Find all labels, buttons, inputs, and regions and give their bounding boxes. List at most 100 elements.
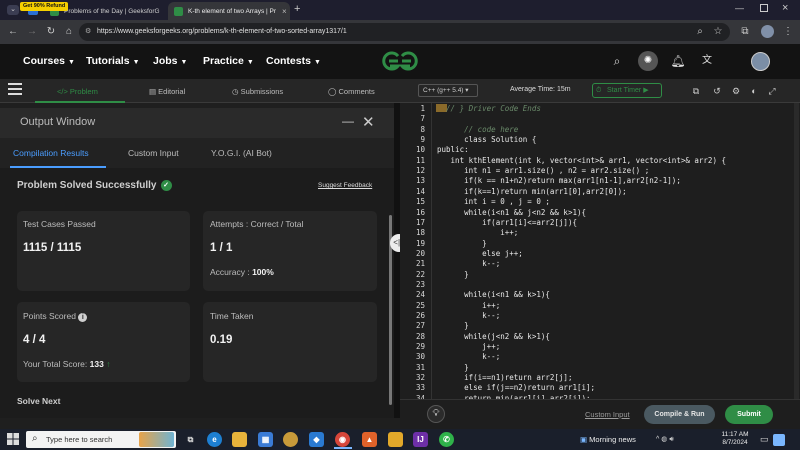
- code-line[interactable]: }: [437, 321, 469, 330]
- submit-button[interactable]: Submit: [725, 405, 773, 424]
- settings-gear-icon[interactable]: ⚙: [730, 85, 742, 97]
- code-line[interactable]: while(j<n2 && k>1){: [437, 332, 550, 341]
- code-line[interactable]: if(i==n1)return arr2[j];: [437, 373, 572, 382]
- clock[interactable]: 11:17 AM 8/7/2024: [718, 431, 752, 447]
- brave-icon[interactable]: ▲: [362, 432, 377, 447]
- tab-yogi-ai-bot[interactable]: Y.O.G.I. (AI Bot): [211, 148, 272, 158]
- search-icon[interactable]: ⌕: [609, 53, 625, 69]
- store-icon[interactable]: ▦: [258, 432, 273, 447]
- edge-icon[interactable]: e: [207, 432, 222, 447]
- copy-icon[interactable]: ⧉: [690, 85, 702, 97]
- close-icon[interactable]: ×: [160, 7, 167, 16]
- file-explorer-icon[interactable]: [232, 432, 247, 447]
- close-window-icon[interactable]: ×: [782, 2, 788, 14]
- code-line[interactable]: // } Driver Code Ends: [437, 104, 541, 113]
- refund-badge[interactable]: Get 90% Refund: [20, 2, 69, 11]
- close-icon[interactable]: ✕: [362, 113, 375, 131]
- tab-list-icon[interactable]: ⌄: [7, 5, 19, 15]
- chrome-icon[interactable]: ◉: [335, 432, 350, 447]
- minimize-icon[interactable]: —: [735, 3, 744, 13]
- app-icon[interactable]: [283, 432, 298, 447]
- notification-icon[interactable]: ▭: [760, 434, 769, 445]
- code-line[interactable]: int kthElement(int k, vector<int>& arr1,…: [437, 156, 726, 165]
- tab-custom-input[interactable]: Custom Input: [128, 148, 179, 158]
- code-line[interactable]: int i = 0 , j = 0 ;: [437, 197, 550, 206]
- back-icon[interactable]: ←: [5, 24, 21, 40]
- nav-tutorials[interactable]: Tutorials ▼: [86, 55, 140, 67]
- solve-next-heading[interactable]: Solve Next: [17, 396, 60, 406]
- code-line[interactable]: if(k==1)return min(arr1[0],arr2[0]);: [437, 187, 627, 196]
- intellij-icon[interactable]: IJ: [413, 432, 428, 447]
- weather-news[interactable]: ▣ Morning news: [580, 435, 636, 444]
- show-desktop-icon[interactable]: [773, 434, 785, 446]
- nav-jobs[interactable]: Jobs ▼: [153, 55, 187, 67]
- extensions-icon[interactable]: ⧉: [737, 24, 753, 40]
- lightbulb-icon[interactable]: 💡︎: [427, 405, 445, 423]
- close-icon[interactable]: ×: [276, 7, 287, 16]
- tab-submissions[interactable]: ◷ Submissions: [232, 87, 283, 96]
- editor-scrollbar[interactable]: [794, 103, 799, 399]
- minimize-icon[interactable]: —: [342, 114, 354, 128]
- custom-input-link[interactable]: Custom Input: [585, 410, 630, 419]
- code-line[interactable]: k--;: [437, 259, 500, 268]
- fullscreen-icon[interactable]: ⤢: [766, 85, 778, 97]
- code-line[interactable]: while(i<n1 && j<n2 && k>1){: [437, 208, 586, 217]
- gfg-logo[interactable]: [380, 50, 420, 72]
- translate-icon[interactable]: 文: [699, 53, 715, 69]
- tab-kth-element[interactable]: K-th element of two Arrays | Pr ×: [168, 2, 290, 20]
- site-info-icon[interactable]: ⚙: [85, 23, 91, 41]
- code-line[interactable]: // code here: [437, 125, 518, 134]
- compile-run-button[interactable]: Compile & Run: [644, 405, 715, 424]
- code-line[interactable]: }: [437, 270, 469, 279]
- vscode-icon[interactable]: ◆: [309, 432, 324, 447]
- language-select[interactable]: C++ (g++ 5.4) ▾: [418, 84, 478, 97]
- code-line[interactable]: k--;: [437, 311, 500, 320]
- home-icon[interactable]: ⌂: [61, 24, 77, 40]
- profile-avatar[interactable]: [761, 25, 774, 38]
- code-line[interactable]: class Solution {: [437, 135, 536, 144]
- zoom-icon[interactable]: ⌕: [692, 24, 708, 40]
- reset-icon[interactable]: ↺: [711, 85, 723, 97]
- code-line[interactable]: int n1 = arr1.size() , n2 = arr2.size() …: [437, 166, 649, 175]
- new-tab-button[interactable]: +: [294, 3, 300, 15]
- code-line[interactable]: k--;: [437, 352, 500, 361]
- code-line[interactable]: public:: [437, 145, 469, 154]
- nav-practice[interactable]: Practice ▼: [203, 55, 254, 67]
- taskbar-search[interactable]: ⌕ Type here to search: [26, 431, 176, 448]
- code-line[interactable]: }: [437, 363, 469, 372]
- theme-icon[interactable]: ◐: [748, 85, 760, 97]
- code-line[interactable]: i++;: [437, 301, 500, 310]
- url-field[interactable]: ⚙ https://www.geeksforgeeks.org/problems…: [79, 23, 730, 41]
- reload-icon[interactable]: ↻: [43, 24, 59, 40]
- code-line[interactable]: }: [437, 239, 487, 248]
- system-tray[interactable]: ^◍🔊︎: [656, 435, 676, 444]
- theme-toggle-icon[interactable]: ✺: [638, 51, 658, 71]
- code-line[interactable]: else j++;: [437, 249, 523, 258]
- restore-icon[interactable]: [760, 4, 768, 12]
- bookmark-star-icon[interactable]: ☆: [710, 24, 726, 40]
- code-line[interactable]: while(i<n1 && k>1){: [437, 290, 550, 299]
- tab-comments[interactable]: ◯ Comments: [328, 87, 375, 96]
- task-view-icon[interactable]: ⧉: [183, 432, 198, 447]
- code-line[interactable]: else if(j==n2)return arr1[i];: [437, 383, 595, 392]
- tab-editorial[interactable]: ▤ Editorial: [149, 87, 185, 96]
- code-line[interactable]: if(k == n1+n2)return max(arr1[n1-1],arr2…: [437, 176, 681, 185]
- avatar[interactable]: [751, 52, 770, 71]
- nav-contests[interactable]: Contests ▼: [266, 55, 321, 67]
- suggest-feedback-link[interactable]: Suggest Feedback: [318, 182, 372, 189]
- nav-courses[interactable]: Courses ▼: [23, 55, 75, 67]
- code-line[interactable]: i++;: [437, 228, 518, 237]
- whatsapp-icon[interactable]: ✆: [439, 432, 454, 447]
- windows-start-icon[interactable]: [7, 433, 19, 445]
- code-line[interactable]: j++;: [437, 342, 500, 351]
- code-line[interactable]: if(arr1[i]<=arr2[j]){: [437, 218, 577, 227]
- app-icon[interactable]: [388, 432, 403, 447]
- tab-problem[interactable]: </> Problem: [57, 87, 98, 96]
- browser-menu-icon[interactable]: ⋮: [780, 24, 796, 40]
- bell-icon[interactable]: 🔔︎: [670, 53, 686, 69]
- info-icon[interactable]: i: [78, 313, 88, 322]
- start-timer-button[interactable]: ⏱ Start Timer ▶: [592, 83, 662, 98]
- forward-icon[interactable]: →: [24, 24, 40, 40]
- tab-compilation-results[interactable]: Compilation Results: [13, 148, 89, 158]
- hamburger-menu-icon[interactable]: [8, 83, 22, 95]
